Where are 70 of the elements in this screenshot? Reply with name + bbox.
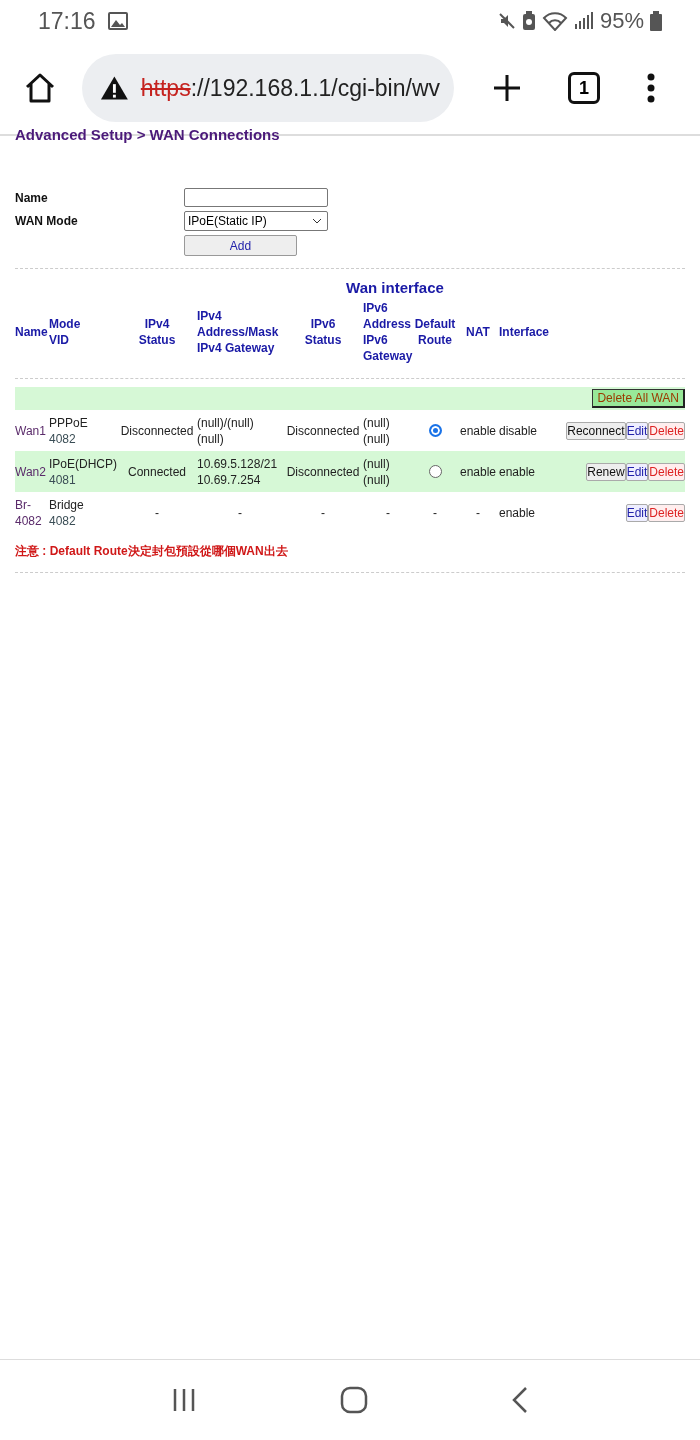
column-header: Name xyxy=(15,324,49,340)
menu-icon[interactable] xyxy=(646,73,656,103)
column-header: Interface xyxy=(499,324,547,340)
table-cell-text: - xyxy=(154,505,160,520)
table-cell-text: - xyxy=(237,504,243,521)
battery-saver-icon xyxy=(521,11,536,31)
table-cell-text: enable xyxy=(458,464,497,479)
column-header: IPv6 Status xyxy=(303,316,343,348)
default-route-radio[interactable] xyxy=(428,465,442,478)
delete-button[interactable]: Delete xyxy=(648,421,685,440)
table-title: Wan interface xyxy=(345,279,445,296)
chevron-icon xyxy=(312,218,322,224)
home-icon[interactable] xyxy=(24,73,56,103)
table-cell-text: - xyxy=(475,505,481,520)
table-cell: Wan2 xyxy=(15,463,47,480)
column-header: Mode VID xyxy=(49,316,82,348)
table-cell-text: PPPoE 4082 xyxy=(49,414,89,447)
table-cell-text: Disconnected xyxy=(285,423,361,438)
table-cell-text: enable xyxy=(499,505,537,520)
image-icon xyxy=(107,12,128,30)
table-cell-text: Bridge 4082 xyxy=(49,496,85,529)
wifi-icon xyxy=(541,11,568,31)
wan-mode-dropdown[interactable]: IPoE(Static IP) xyxy=(184,211,328,231)
table-cell: - xyxy=(433,505,437,520)
column-header: IPv6 Address IPv6 Gateway xyxy=(363,300,413,364)
delete-all-button[interactable]: Delete All WAN xyxy=(592,389,685,408)
table-cell-text: enable xyxy=(499,464,537,479)
delete-button[interactable]: Delete xyxy=(648,503,685,522)
column-header: NAT xyxy=(465,324,491,340)
clock: 17:16 xyxy=(38,7,96,35)
edit-button[interactable]: Edit xyxy=(625,421,649,440)
field-label: WAN Mode xyxy=(15,214,79,228)
column-header: IPv4 Address/Mask IPv4 Gateway xyxy=(197,308,280,356)
table-cell-text: 10.69.5.128/21 10.69.7.254 xyxy=(197,455,279,488)
signal-icon xyxy=(573,12,594,30)
column-header: Default Route xyxy=(413,316,457,348)
battery-percentage: 95% xyxy=(599,8,644,34)
table-cell-text: Disconnected xyxy=(285,464,361,479)
note-text: 注意 : Default Route決定封包預設從哪個WAN出去 xyxy=(15,543,289,560)
table-cell-text: enable xyxy=(458,423,497,438)
action-button[interactable]: Reconnect xyxy=(566,421,626,440)
table-cell-text: - xyxy=(320,505,326,520)
plus-icon[interactable] xyxy=(492,73,522,103)
action-button[interactable]: Renew xyxy=(586,462,626,481)
back-icon[interactable] xyxy=(510,1386,529,1414)
tab-count-button[interactable]: 1 xyxy=(568,72,600,104)
table-cell-text: Disconnected xyxy=(119,423,195,438)
address-bar[interactable]: https://192.168.1.1/cgi-bin/wv xyxy=(82,54,454,122)
edit-button[interactable]: Edit xyxy=(625,503,649,522)
field-label: Name xyxy=(15,190,49,205)
url-text: https://192.168.1.1/cgi-bin/wv xyxy=(140,74,440,102)
table-cell-text: (null) (null) xyxy=(363,414,391,447)
table-cell-text: (null)/(null) (null) xyxy=(197,414,255,447)
table-cell-text: - xyxy=(385,504,391,521)
table-cell-text: disable xyxy=(499,423,539,438)
edit-button[interactable]: Edit xyxy=(625,462,649,481)
warning-icon xyxy=(100,75,129,101)
default-route-radio[interactable] xyxy=(428,424,442,437)
table-cell-text: Connected xyxy=(126,464,187,479)
battery-icon xyxy=(650,11,662,31)
table-cell-text: (null) (null) xyxy=(363,455,391,488)
column-header: IPv4 Status xyxy=(137,316,177,348)
mute-icon xyxy=(497,12,516,30)
name-input[interactable] xyxy=(184,188,328,207)
add-button[interactable]: Add xyxy=(184,235,297,256)
table-cell: IPoE(DHCP) 4081 xyxy=(49,455,117,488)
home-button-icon[interactable] xyxy=(340,1386,368,1414)
table-cell: Wan1 xyxy=(15,422,47,439)
table-cell-text: Br-4082 xyxy=(15,496,43,529)
delete-button[interactable]: Delete xyxy=(648,462,685,481)
